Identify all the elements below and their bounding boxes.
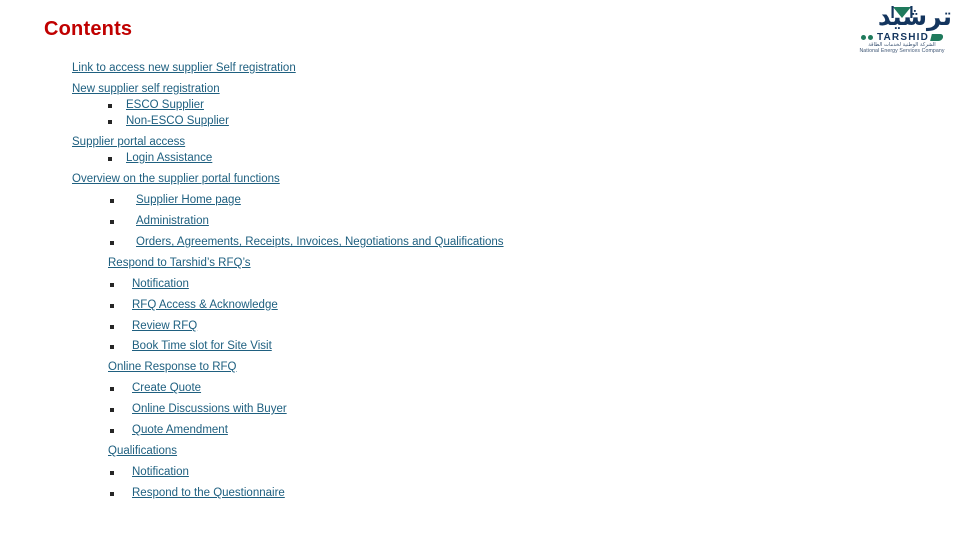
- toc-link[interactable]: Qualifications: [108, 445, 177, 458]
- toc-link[interactable]: Administration: [136, 215, 209, 228]
- bullet-icon: [110, 220, 114, 224]
- logo-arabic-wordmark: ترشيد: [877, 2, 953, 31]
- bullet-icon: [110, 325, 114, 329]
- bullet-icon: [110, 471, 114, 475]
- bullet-icon: [110, 304, 114, 308]
- logo-swoosh-icon: [930, 34, 944, 41]
- bullet-icon: [108, 157, 112, 161]
- logo-subtitle: الشركة الوطنية لخدمات الطاقة National En…: [850, 42, 954, 55]
- logo-mark: ترشيد: [850, 2, 954, 33]
- toc-link[interactable]: Respond to the Questionnaire: [132, 487, 285, 500]
- toc-link[interactable]: Supplier Home page: [136, 194, 241, 207]
- toc-link[interactable]: Book Time slot for Site Visit: [132, 340, 272, 353]
- logo-subtitle-english: National Energy Services Company: [859, 47, 945, 54]
- toc-link[interactable]: Orders, Agreements, Receipts, Invoices, …: [136, 236, 504, 249]
- bullet-icon: [110, 241, 114, 245]
- logo-dots-icon: [860, 35, 875, 40]
- slide-canvas: Contents ترشيد TARSHID الشركة الوطنية لخ…: [0, 0, 960, 540]
- bullet-icon: [110, 387, 114, 391]
- toc-link[interactable]: Login Assistance: [126, 152, 212, 165]
- bullet-icon: [110, 199, 114, 203]
- toc-link[interactable]: Overview on the supplier portal function…: [72, 173, 280, 186]
- toc-link[interactable]: Online Discussions with Buyer: [132, 403, 287, 416]
- bullet-icon: [110, 408, 114, 412]
- toc-link[interactable]: Online Response to RFQ: [108, 361, 236, 374]
- toc-link[interactable]: Review RFQ: [132, 320, 197, 333]
- bullet-icon: [110, 283, 114, 287]
- toc-link[interactable]: Notification: [132, 466, 189, 479]
- toc-link[interactable]: Link to access new supplier Self registr…: [72, 62, 296, 75]
- toc-link[interactable]: Quote Amendment: [132, 424, 228, 437]
- bullet-icon: [110, 345, 114, 349]
- toc-link[interactable]: Notification: [132, 278, 189, 291]
- bullet-icon: [108, 120, 112, 124]
- logo-chevron-icon: [891, 6, 913, 18]
- logo-latin-wordmark: TARSHID: [876, 31, 930, 43]
- bullet-icon: [108, 104, 112, 108]
- tarshid-logo: ترشيد TARSHID الشركة الوطنية لخدمات الطا…: [850, 2, 954, 56]
- bullet-icon: [110, 429, 114, 433]
- toc-link[interactable]: Supplier portal access: [72, 136, 185, 149]
- toc-link[interactable]: Create Quote: [132, 382, 201, 395]
- toc-link[interactable]: Non-ESCO Supplier: [126, 115, 229, 128]
- toc-link[interactable]: Respond to Tarshid’s RFQ’s: [108, 257, 251, 270]
- toc-link[interactable]: New supplier self registration: [72, 83, 220, 96]
- toc-link[interactable]: RFQ Access & Acknowledge: [132, 299, 278, 312]
- bullet-icon: [110, 492, 114, 496]
- toc-link[interactable]: ESCO Supplier: [126, 99, 204, 112]
- page-title: Contents: [44, 18, 133, 40]
